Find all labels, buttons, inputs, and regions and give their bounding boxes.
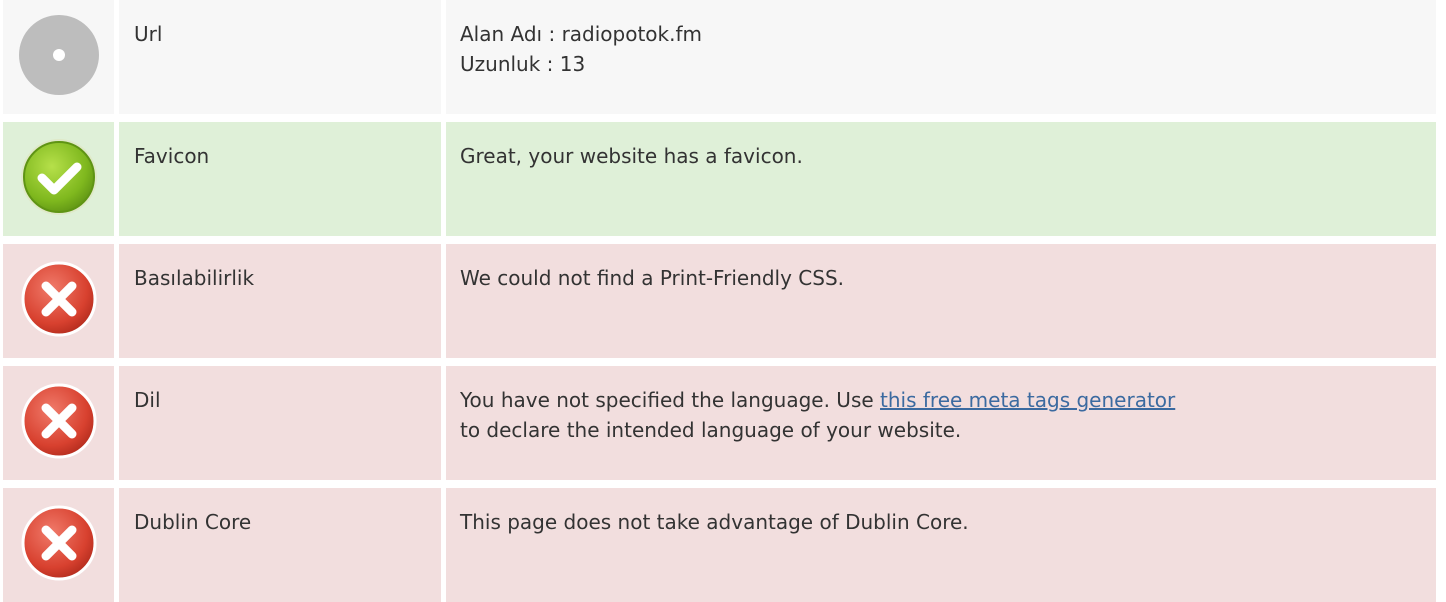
status-cell <box>3 488 114 602</box>
result-text: This page does not take advantage of Dub… <box>460 510 969 534</box>
status-cell <box>3 122 114 236</box>
table-row-url: Url Alan Adı : radiopotok.fm Uzunluk : 1… <box>0 0 1446 114</box>
value-cell: You have not specified the language. Use… <box>446 366 1436 480</box>
status-cell <box>3 366 114 480</box>
label-cell: Favicon <box>119 122 441 236</box>
label-cell: Dublin Core <box>119 488 441 602</box>
status-cell <box>3 0 114 114</box>
label-cell: Url <box>119 0 441 114</box>
label-cell: Dil <box>119 366 441 480</box>
table-row-language: Dil You have not specified the language.… <box>0 366 1446 480</box>
check-icon <box>19 137 99 217</box>
neutral-dot-icon <box>19 15 99 95</box>
table-row-dublin-core: Dublin Core This page does not take adva… <box>0 488 1446 602</box>
value-cell: This page does not take advantage of Dub… <box>446 488 1436 602</box>
table-row-printability: Basılabilirlik We could not find a Print… <box>0 244 1446 358</box>
row-label: Basılabilirlik <box>134 266 255 290</box>
error-x-icon <box>19 381 99 461</box>
seo-results-table: Url Alan Adı : radiopotok.fm Uzunluk : 1… <box>0 0 1446 602</box>
value-cell: We could not find a Print-Friendly CSS. <box>446 244 1436 358</box>
error-x-icon <box>19 259 99 339</box>
value-cell: Great, your website has a favicon. <box>446 122 1436 236</box>
result-text-prefix: You have not specified the language. Use <box>460 388 881 412</box>
result-text: Great, your website has a favicon. <box>460 144 803 168</box>
result-text-continued: to declare the intended language of your… <box>460 418 962 442</box>
result-text: We could not find a Print-Friendly CSS. <box>460 266 845 290</box>
result-text: You have not specified the language. Use… <box>460 385 1436 415</box>
domain-name-text: Alan Adı : radiopotok.fm <box>460 22 703 46</box>
row-label: Dublin Core <box>134 510 252 534</box>
value-cell: Alan Adı : radiopotok.fm Uzunluk : 13 <box>446 0 1436 114</box>
row-label: Favicon <box>134 144 210 168</box>
status-cell <box>3 244 114 358</box>
meta-tags-generator-link[interactable]: this free meta tags generator <box>880 388 1175 412</box>
error-x-icon <box>19 503 99 583</box>
row-label: Dil <box>134 388 161 412</box>
row-label: Url <box>134 22 163 46</box>
table-row-favicon: Favicon Great, your website has a favico… <box>0 122 1446 236</box>
label-cell: Basılabilirlik <box>119 244 441 358</box>
domain-length-text: Uzunluk : 13 <box>460 52 586 76</box>
